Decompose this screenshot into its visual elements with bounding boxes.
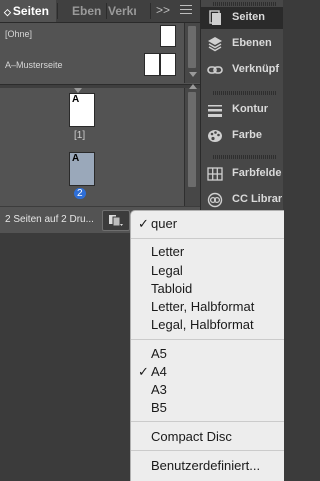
dock-label: Kontur bbox=[232, 103, 269, 115]
pages-panel: ◇Seiten Eben Verkn >> [Ohne] A–Mustersei… bbox=[0, 0, 201, 233]
tab-seiten-label: Seiten bbox=[12, 4, 49, 18]
page-size-dropdown-menu: ✓ quer Letter Legal Tabloid Letter, Halb… bbox=[130, 210, 284, 481]
edit-page-size-button[interactable] bbox=[102, 210, 130, 231]
menu-item-label: quer bbox=[151, 216, 178, 231]
layers-icon bbox=[208, 37, 222, 52]
color-palette-icon bbox=[208, 130, 222, 142]
scrollbar-thumb[interactable] bbox=[188, 26, 196, 68]
menu-item-a3[interactable]: A3 bbox=[131, 381, 284, 398]
page-number-selected: 2 bbox=[74, 188, 86, 199]
master-none-page bbox=[160, 25, 176, 47]
menu-item-letter[interactable]: Letter bbox=[131, 243, 284, 260]
master-a-left-page bbox=[144, 53, 160, 76]
dock-item-farbfelder[interactable]: Farbfelde bbox=[201, 163, 283, 185]
dock-label: Seiten bbox=[232, 11, 266, 23]
page-size-icon bbox=[109, 215, 123, 227]
pages-icon bbox=[209, 10, 221, 25]
panel-menu-icon[interactable] bbox=[180, 5, 192, 16]
stroke-icon bbox=[208, 105, 222, 117]
page-thumbnail-selected[interactable]: A bbox=[69, 152, 95, 186]
master-prefix: A bbox=[72, 94, 80, 105]
chevron-updown-icon: ◇ bbox=[4, 7, 11, 17]
checkmark-icon: ✓ bbox=[138, 216, 149, 231]
panel-dock: Seiten Ebenen Verknüpf Kontur Farbe Farb… bbox=[201, 0, 283, 233]
dock-item-verknuepfungen[interactable]: Verknüpf bbox=[201, 59, 283, 81]
scroll-down-arrow-icon[interactable] bbox=[189, 72, 197, 77]
dock-label: Farbe bbox=[232, 129, 262, 141]
tab-divider bbox=[106, 3, 107, 19]
panel-tabbar: ◇Seiten Eben Verkn >> bbox=[0, 0, 200, 23]
dock-grip[interactable] bbox=[213, 155, 277, 159]
menu-item-a4[interactable]: ✓ A4 bbox=[131, 363, 284, 380]
more-tabs-icon[interactable]: >> bbox=[156, 0, 170, 22]
tab-ebenen[interactable]: Eben bbox=[62, 0, 108, 22]
tab-seiten[interactable]: ◇ Seiten bbox=[0, 0, 56, 22]
menu-item-legal[interactable]: Legal bbox=[131, 262, 284, 279]
menu-item-compact-disc[interactable]: Compact Disc bbox=[131, 428, 284, 445]
master-none-row[interactable]: [Ohne] bbox=[0, 25, 184, 51]
dock-item-cc-libraries[interactable]: CC Librar bbox=[201, 189, 283, 211]
menu-item-label: Compact Disc bbox=[151, 429, 232, 444]
tab-divider bbox=[57, 3, 58, 19]
menu-item-tabloid[interactable]: Tabloid bbox=[131, 280, 284, 297]
master-a-right-page bbox=[160, 53, 176, 76]
menu-item-a5[interactable]: A5 bbox=[131, 345, 284, 362]
menu-separator bbox=[131, 450, 284, 451]
dock-label: Ebenen bbox=[232, 37, 272, 49]
master-none-label: [Ohne] bbox=[5, 29, 33, 39]
master-prefix: A bbox=[72, 153, 80, 164]
dock-item-seiten[interactable]: Seiten bbox=[201, 7, 283, 29]
dock-item-ebenen[interactable]: Ebenen bbox=[201, 33, 283, 55]
masters-scrollbar[interactable] bbox=[184, 23, 200, 83]
page-number: [1] bbox=[74, 130, 86, 141]
page-count-status: 2 Seiten auf 2 Dru... bbox=[5, 214, 94, 225]
menu-item-label: A3 bbox=[151, 382, 167, 397]
dock-item-farbe[interactable]: Farbe bbox=[201, 125, 283, 147]
menu-item-b5[interactable]: B5 bbox=[131, 399, 284, 416]
master-a-row[interactable]: A–Musterseite bbox=[0, 52, 184, 78]
document-pages-section: A [1] A 2 bbox=[0, 88, 184, 206]
dock-label: Verknüpf bbox=[232, 63, 280, 75]
scroll-up-arrow-icon[interactable] bbox=[189, 84, 197, 89]
tab-verknuepfungen[interactable]: Verkn bbox=[108, 0, 136, 22]
menu-item-quer[interactable]: ✓ quer bbox=[131, 215, 284, 232]
dock-item-kontur[interactable]: Kontur bbox=[201, 99, 283, 121]
dock-grip[interactable] bbox=[213, 2, 277, 6]
tab-divider bbox=[150, 3, 151, 19]
menu-separator bbox=[131, 238, 284, 239]
cc-libraries-icon bbox=[207, 192, 223, 208]
page-thumbnail[interactable]: A bbox=[69, 93, 95, 127]
checkmark-icon: ✓ bbox=[138, 364, 149, 379]
menu-item-letter-halbformat[interactable]: Letter, Halbformat bbox=[131, 298, 284, 315]
menu-item-label: A4 bbox=[151, 364, 167, 379]
links-icon bbox=[207, 66, 223, 74]
dock-label: CC Librar bbox=[232, 193, 283, 205]
menu-item-benutzerdefiniert[interactable]: Benutzerdefiniert... bbox=[131, 457, 284, 474]
masters-section: [Ohne] A–Musterseite bbox=[0, 23, 184, 85]
menu-separator bbox=[131, 421, 284, 422]
menu-item-label: A5 bbox=[151, 346, 167, 361]
master-a-label: A–Musterseite bbox=[5, 60, 63, 70]
menu-item-label: B5 bbox=[151, 400, 167, 415]
scrollbar-thumb[interactable] bbox=[188, 92, 196, 187]
dock-label: Farbfelde bbox=[232, 167, 282, 179]
dock-grip[interactable] bbox=[213, 91, 277, 95]
menu-item-legal-halbformat[interactable]: Legal, Halbformat bbox=[131, 316, 284, 333]
menu-item-label: Benutzerdefiniert... bbox=[151, 458, 261, 473]
menu-separator bbox=[131, 339, 284, 340]
pages-scrollbar[interactable] bbox=[184, 84, 200, 206]
swatches-icon bbox=[207, 167, 223, 181]
